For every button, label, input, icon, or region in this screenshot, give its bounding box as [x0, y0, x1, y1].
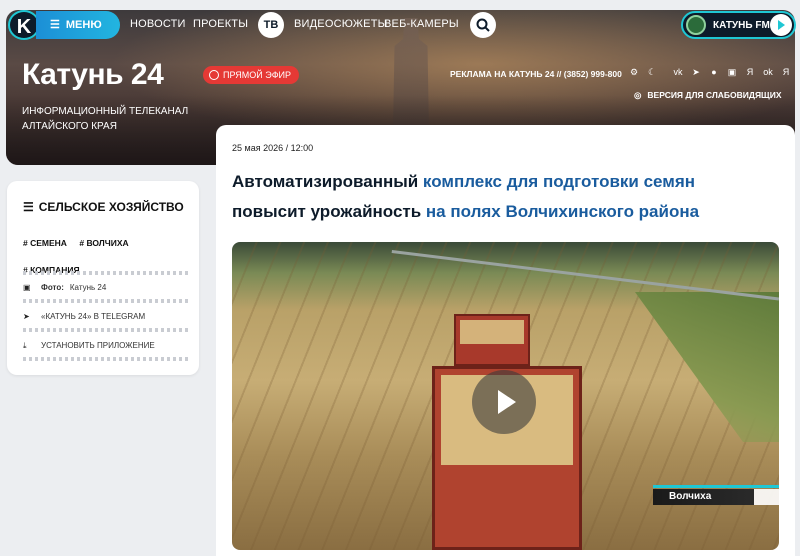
ok-icon[interactable]: ok [762, 66, 774, 78]
telegram-label: «КАТУНЬ 24» В TELEGRAM [41, 312, 146, 321]
eye-off-icon: ◎ [634, 90, 642, 100]
burger-icon: ☰ [50, 19, 60, 31]
divider [23, 328, 191, 332]
fm-label: КАТУНЬ FM [713, 20, 770, 31]
tag-seeds[interactable]: # СЕМЕНА [23, 238, 67, 248]
max-icon[interactable]: ▣ [726, 66, 738, 78]
channel-tagline: ИНФОРМАЦИОННЫЙ ТЕЛЕКАНАЛ АЛТАЙСКОГО КРАЯ [22, 106, 189, 132]
headline-part: Автоматизированный [232, 172, 419, 191]
nav-news[interactable]: НОВОСТИ [130, 18, 186, 30]
nav-videos[interactable]: ВИДЕОСЮЖЕТЫ [294, 18, 388, 30]
photo-label: Фото: [41, 283, 64, 292]
settings-icon[interactable]: ⚙ [628, 66, 640, 78]
tag-volchikha[interactable]: # ВОЛЧИХА [79, 238, 128, 248]
headline-part: комплекс [418, 172, 507, 191]
brand-title[interactable]: Катунь 24 [22, 58, 164, 92]
ad-contact[interactable]: РЕКЛАМА НА КАТУНЬ 24 // (3852) 999-800 [450, 69, 622, 79]
social-icons: ⚙ ☾ vk ➤ ● ▣ Я ok Я [628, 66, 792, 78]
list-icon: ☰ [23, 200, 34, 214]
fm-play-icon[interactable] [770, 14, 792, 36]
photo-icon: ▣ [23, 283, 31, 292]
telegram-link[interactable]: ➤ «КАТУНЬ 24» В TELEGRAM [23, 312, 145, 321]
accessibility-link[interactable]: ◎ ВЕРСИЯ ДЛЯ СЛАБОВИДЯЩИХ [634, 90, 782, 101]
article-card: 25 мая 2026 / 12:00 Автоматизированный к… [216, 125, 795, 556]
chat-icon[interactable]: ● [708, 66, 720, 78]
photo-credit: ▣ Фото: Катунь 24 [23, 283, 106, 292]
ya-icon[interactable]: Я [780, 66, 792, 78]
search-button[interactable] [470, 12, 496, 38]
divider [23, 271, 191, 275]
a11y-label: ВЕРСИЯ ДЛЯ СЛАБОВИДЯЩИХ [647, 90, 782, 100]
photo-value: Катунь 24 [69, 283, 107, 292]
moon-icon[interactable]: ☾ [646, 66, 658, 78]
live-stream-button[interactable]: ПРЯМОЙ ЭФИР [203, 66, 300, 84]
download-icon: ⤓ [23, 341, 27, 350]
category-label: СЕЛЬСКОЕ ХОЗЯЙСТВО [38, 200, 184, 214]
telegram-icon: ➤ [23, 312, 30, 321]
install-label: УСТАНОВИТЬ ПРИЛОЖЕНИЕ [41, 341, 155, 350]
menu-button[interactable]: ☰ МЕНЮ [36, 11, 120, 39]
vk-icon[interactable]: vk [672, 66, 684, 78]
menu-label: МЕНЮ [65, 19, 102, 31]
telegram-icon[interactable]: ➤ [690, 66, 702, 78]
nav-projects[interactable]: ПРОЕКТЫ [193, 18, 248, 30]
live-label: ПРЯМОЙ ЭФИР [223, 70, 292, 80]
yandex-icon[interactable]: Я [744, 66, 756, 78]
nav-webcams[interactable]: ВЕБ-КАМЕРЫ [384, 18, 459, 30]
search-icon [476, 18, 490, 32]
top-nav: K ☰ МЕНЮ НОВОСТИ ПРОЕКТЫ ТВ ВИДЕОСЮЖЕТЫ В… [6, 10, 796, 40]
category-link[interactable]: ☰ СЕЛЬСКОЕ ХОЗЯЙСТВО [23, 200, 184, 214]
fm-logo-icon [686, 15, 706, 35]
article-meta-card: ☰ СЕЛЬСКОЕ ХОЗЯЙСТВО # СЕМЕНА # ВОЛЧИХА #… [7, 181, 199, 375]
article-headline: Автоматизированный комплекс для подготов… [232, 167, 792, 227]
play-icon[interactable] [472, 370, 536, 434]
divider [23, 299, 191, 303]
article-date: 25 мая 2026 / 12:00 [232, 143, 314, 153]
headline-part: для подготовки семян [506, 172, 696, 191]
tag-list: # СЕМЕНА # ВОЛЧИХА # КОМПАНИЯ [23, 233, 193, 287]
install-app-link[interactable]: ⤓ УСТАНОВИТЬ ПРИЛОЖЕНИЕ [23, 341, 155, 351]
live-icon [209, 70, 219, 80]
brand-text: Катунь 24 [22, 58, 164, 91]
video-player[interactable]: Волчиха [232, 242, 779, 550]
headline-part: на полях Волчихинского района [425, 202, 700, 221]
nav-tv[interactable]: ТВ [258, 12, 284, 38]
video-location-badge: Волчиха [653, 485, 779, 505]
headline-part: повысит урожайность [232, 202, 426, 221]
radio-fm-player[interactable]: КАТУНЬ FM [681, 11, 796, 39]
divider [23, 357, 191, 361]
video-frame [454, 314, 530, 366]
